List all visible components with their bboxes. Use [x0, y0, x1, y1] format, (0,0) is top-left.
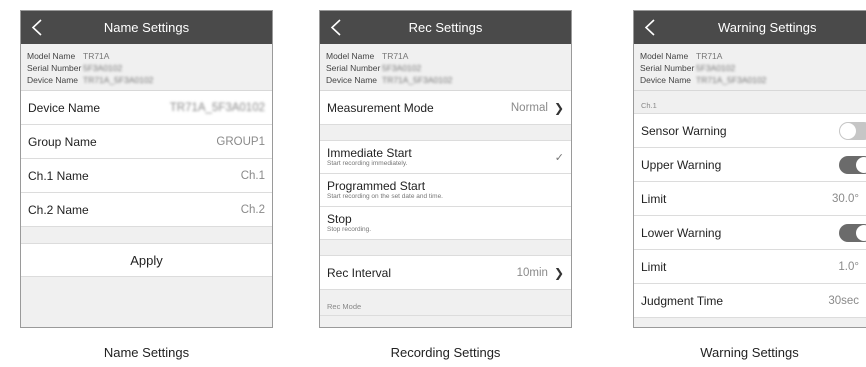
checkmark-icon: ✓: [554, 151, 564, 164]
caption-warning-settings: Warning Settings: [700, 345, 799, 360]
channel-section-label: Ch.1: [634, 91, 866, 114]
info-serial: Serial Number 5F3A0102: [27, 63, 123, 73]
judgment-time-field[interactable]: Judgment Time 30sec: [634, 284, 866, 318]
info-model: Model Name TR71A: [640, 51, 723, 61]
sensor-warning-row: Sensor Warning: [634, 114, 866, 148]
spacer: [320, 125, 571, 141]
caption-recording-settings: Recording Settings: [390, 345, 501, 360]
upper-warning-row: Upper Warning: [634, 148, 866, 182]
immediate-start-option[interactable]: Immediate Start Start recording immediate…: [320, 141, 571, 174]
name-settings-screen: Name Settings Model Name TR71A Serial Num…: [20, 10, 273, 328]
rec-settings-screen: Rec Settings Model Name TR71A Serial Numb…: [319, 10, 572, 328]
lower-limit-field[interactable]: Limit 1.0°: [634, 250, 866, 284]
stop-option[interactable]: Stop Stop recording.: [320, 207, 571, 240]
back-chevron-left-icon[interactable]: [30, 19, 46, 36]
rec-interval-row[interactable]: Rec Interval 10min ❯: [320, 256, 571, 290]
title-bar: Warning Settings: [634, 11, 866, 44]
page-title: Warning Settings: [718, 20, 817, 35]
info-model: Model Name TR71A: [27, 51, 110, 61]
upper-limit-field[interactable]: Limit 30.0°: [634, 182, 866, 216]
info-device: Device Name TR71A_5F3A0102: [326, 75, 453, 85]
caption-name-settings: Name Settings: [103, 345, 190, 360]
page-title: Name Settings: [103, 20, 190, 35]
device-info: Model Name TR71A Serial Number 5F3A0102 De…: [21, 44, 272, 91]
rec-mode-section-label: Rec Mode: [320, 290, 571, 316]
info-serial: Serial Number 5F3A0102: [326, 63, 422, 73]
info-serial: Serial Number 5F3A0102: [640, 63, 736, 73]
page-title: Rec Settings: [408, 20, 483, 35]
info-device: Device Name TR71A_5F3A0102: [27, 75, 154, 85]
upper-warning-toggle[interactable]: [839, 155, 866, 174]
info-device: Device Name TR71A_5F3A0102: [640, 75, 767, 85]
chevron-right-icon: ❯: [553, 265, 564, 280]
sensor-warning-toggle[interactable]: [839, 121, 866, 140]
lower-warning-row: Lower Warning: [634, 216, 866, 250]
programmed-start-option[interactable]: Programmed Start Start recording on the s…: [320, 174, 571, 207]
back-chevron-left-icon[interactable]: [329, 19, 345, 36]
info-model: Model Name TR71A: [326, 51, 409, 61]
back-chevron-left-icon[interactable]: [643, 19, 659, 36]
ch2-name-field[interactable]: Ch.2 Name Ch.2: [21, 193, 272, 227]
spacer: [320, 240, 571, 256]
apply-button[interactable]: Apply: [21, 243, 272, 277]
device-info: Model Name TR71A Serial Number 5F3A0102 De…: [634, 44, 866, 91]
measurement-mode-row[interactable]: Measurement Mode Normal ❯: [320, 91, 571, 125]
lower-warning-toggle[interactable]: [839, 223, 866, 242]
title-bar: Rec Settings: [320, 11, 571, 44]
chevron-right-icon: ❯: [553, 100, 564, 115]
device-info: Model Name TR71A Serial Number 5F3A0102 De…: [320, 44, 571, 91]
group-name-field[interactable]: Group Name GROUP1: [21, 125, 272, 159]
device-name-field[interactable]: Device Name TR71A_5F3A0102: [21, 91, 272, 125]
ch1-name-field[interactable]: Ch.1 Name Ch.1: [21, 159, 272, 193]
title-bar: Name Settings: [21, 11, 272, 44]
warning-settings-screen: Warning Settings Model Name TR71A Serial …: [633, 10, 866, 328]
